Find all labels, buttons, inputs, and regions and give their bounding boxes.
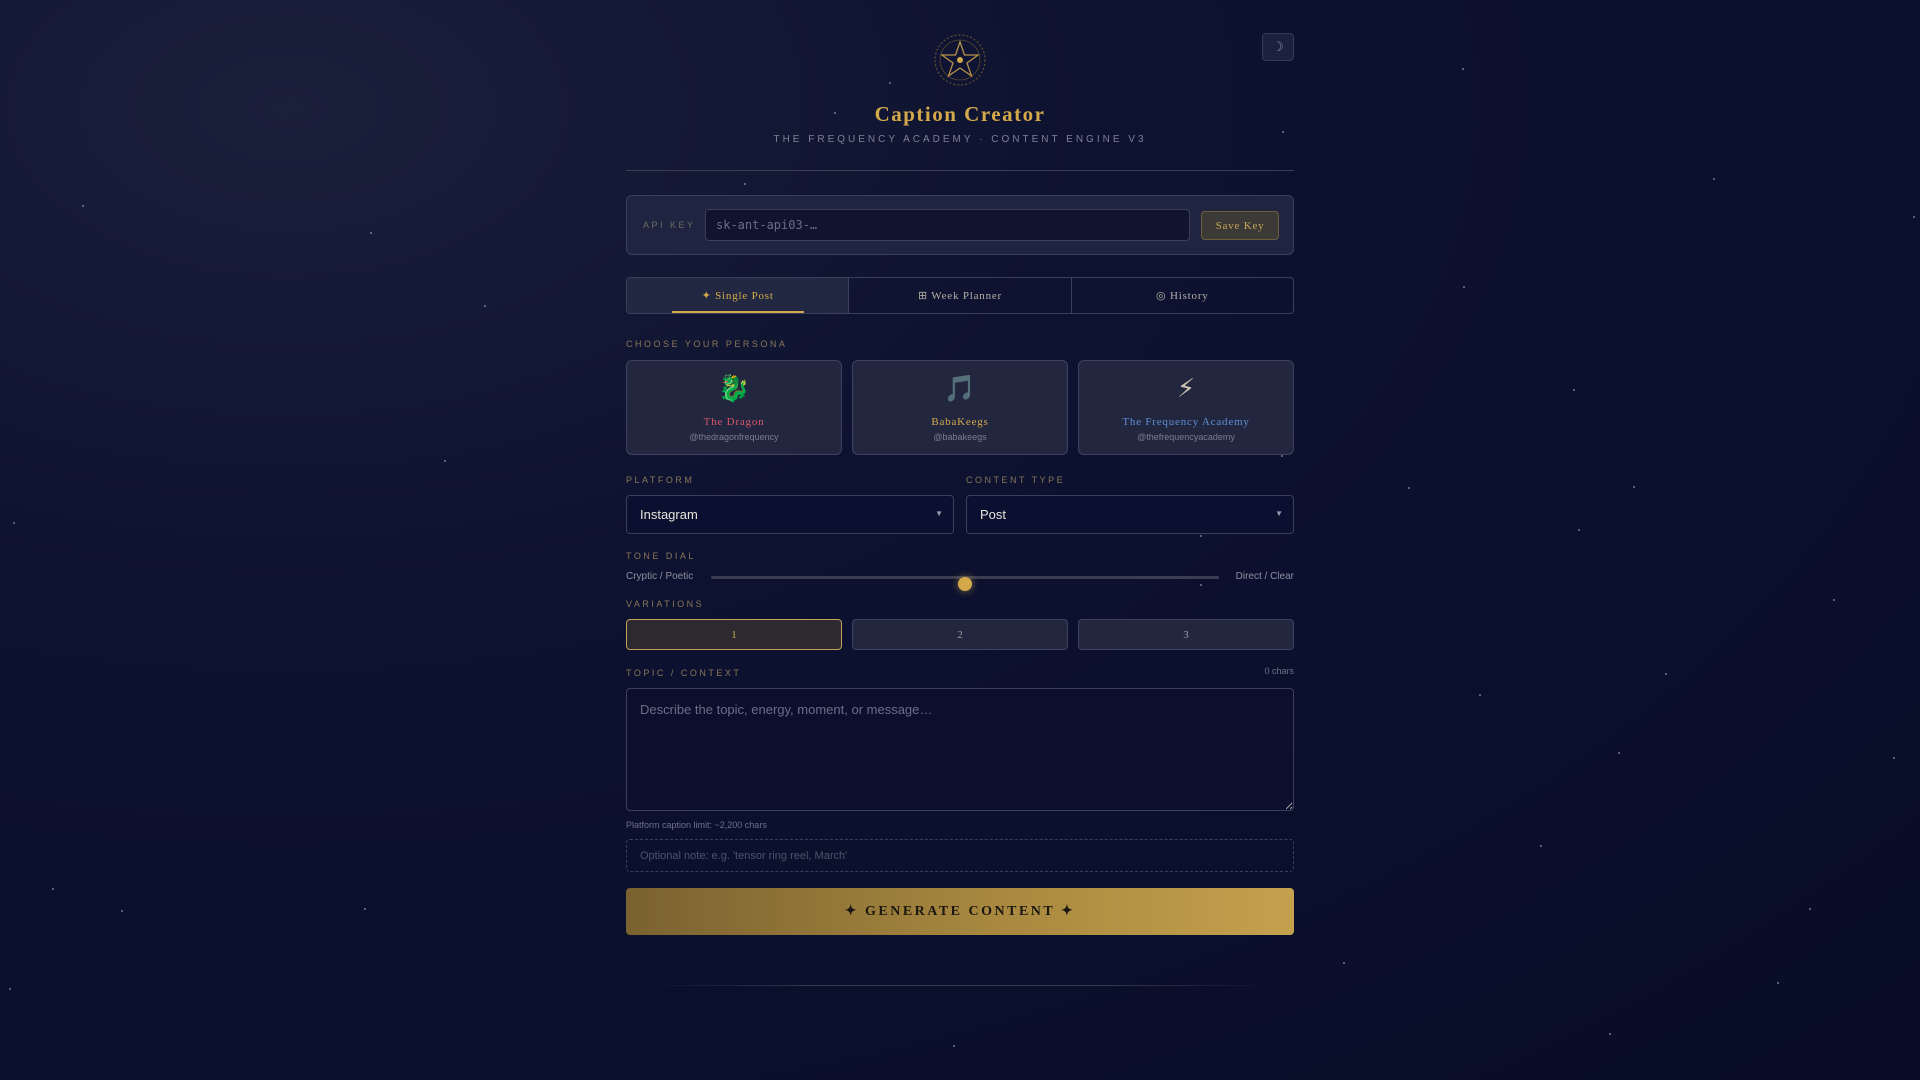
header-divider: [626, 170, 1294, 171]
variations-label: VARIATIONS: [626, 599, 705, 609]
page-subtitle: THE FREQUENCY ACADEMY · CONTENT ENGINE V…: [773, 134, 1147, 145]
pentagram-star-icon: [933, 33, 987, 87]
star: [1633, 486, 1635, 488]
tone-dial: Cryptic / Poetic Direct / Clear: [626, 569, 1294, 591]
tone-dial-label: TONE DIAL: [626, 551, 696, 561]
tab-history[interactable]: ◎ History: [1072, 278, 1293, 313]
generate-content-button[interactable]: ✦ GENERATE CONTENT ✦: [626, 888, 1294, 935]
persona-card-frequency-academy[interactable]: ⚡ The Frequency Academy @thefrequencyaca…: [1078, 360, 1294, 455]
star: [953, 1045, 955, 1047]
star: [1573, 389, 1575, 391]
star: [82, 205, 84, 207]
star: [1462, 68, 1464, 70]
star: [1609, 1033, 1611, 1035]
dragon-icon: 🐉: [717, 374, 751, 404]
persona-name: BabaKeegs: [931, 416, 989, 428]
topic-textarea[interactable]: [626, 688, 1294, 811]
star: [1777, 982, 1779, 984]
tone-slider-thumb[interactable]: [958, 577, 972, 591]
star: [1893, 757, 1895, 759]
persona-section-label: CHOOSE YOUR PERSONA: [626, 339, 788, 349]
variation-button-3[interactable]: 3: [1078, 619, 1294, 650]
star: [13, 522, 15, 524]
star: [1281, 455, 1283, 457]
caption-limit-note: Platform caption limit: ~2,200 chars: [626, 820, 767, 830]
star: [1200, 535, 1202, 537]
footer-divider: [646, 985, 1274, 986]
platform-select[interactable]: Instagram ▼: [626, 495, 954, 534]
lightning-icon: ⚡: [1176, 374, 1196, 404]
star: [1618, 752, 1620, 754]
tab-week-planner[interactable]: ⊞ Week Planner: [849, 278, 1072, 313]
persona-card-babakeegs[interactable]: 🎵 BabaKeegs @babakeegs: [852, 360, 1068, 455]
star: [744, 183, 746, 185]
optional-note-input[interactable]: [626, 839, 1294, 872]
persona-handle: @babakeegs: [933, 432, 987, 442]
star: [1713, 178, 1715, 180]
star: [1343, 962, 1345, 964]
mode-tabs: ✦ Single Post ⊞ Week Planner ◎ History: [626, 277, 1294, 314]
star: [484, 305, 486, 307]
persona-name: The Frequency Academy: [1122, 416, 1250, 428]
platform-value: Instagram: [640, 507, 698, 522]
persona-handle: @thedragonfrequency: [689, 432, 779, 442]
variation-button-1[interactable]: 1: [626, 619, 842, 650]
persona-handle: @thefrequencyacademy: [1137, 432, 1235, 442]
star: [370, 232, 372, 234]
api-key-label: API KEY: [643, 220, 696, 230]
star: [1540, 845, 1542, 847]
persona-card-dragon[interactable]: 🐉 The Dragon @thedragonfrequency: [626, 360, 842, 455]
char-count: 0 chars: [1264, 666, 1294, 676]
platform-label: PLATFORM: [626, 475, 695, 485]
chevron-down-icon: ▼: [935, 509, 943, 518]
tone-right-label: Direct / Clear: [1235, 571, 1294, 582]
star: [1833, 599, 1835, 601]
tone-slider-track[interactable]: [711, 576, 1219, 591]
tone-left-label: Cryptic / Poetic: [626, 571, 694, 582]
api-key-input[interactable]: [705, 209, 1190, 241]
star: [1479, 694, 1481, 696]
tab-single-post[interactable]: ✦ Single Post: [627, 278, 850, 313]
content-type-value: Post: [980, 507, 1007, 522]
star: [1578, 529, 1580, 531]
star: [364, 908, 366, 910]
content-type-select[interactable]: Post ▼: [966, 495, 1294, 534]
chevron-down-icon: ▼: [1275, 509, 1283, 518]
persona-name: The Dragon: [703, 416, 765, 428]
page-title: Caption Creator: [874, 102, 1046, 126]
star: [889, 82, 891, 84]
music-note-icon: 🎵: [943, 374, 977, 404]
theme-toggle-button[interactable]: ☽: [1262, 33, 1294, 61]
star: [121, 910, 123, 912]
star: [444, 460, 446, 462]
star: [1665, 673, 1667, 675]
star: [1282, 131, 1284, 133]
star: [1463, 286, 1465, 288]
star: [52, 888, 54, 890]
topic-label: TOPIC / CONTEXT: [626, 668, 742, 678]
star: [1809, 908, 1811, 910]
variation-button-2[interactable]: 2: [852, 619, 1068, 650]
star: [1408, 487, 1410, 489]
api-key-panel: API KEY Save Key: [626, 195, 1294, 255]
star: [9, 988, 11, 990]
save-key-button[interactable]: Save Key: [1201, 211, 1279, 240]
content-type-label: CONTENT TYPE: [966, 475, 1066, 485]
star: [1913, 216, 1915, 218]
